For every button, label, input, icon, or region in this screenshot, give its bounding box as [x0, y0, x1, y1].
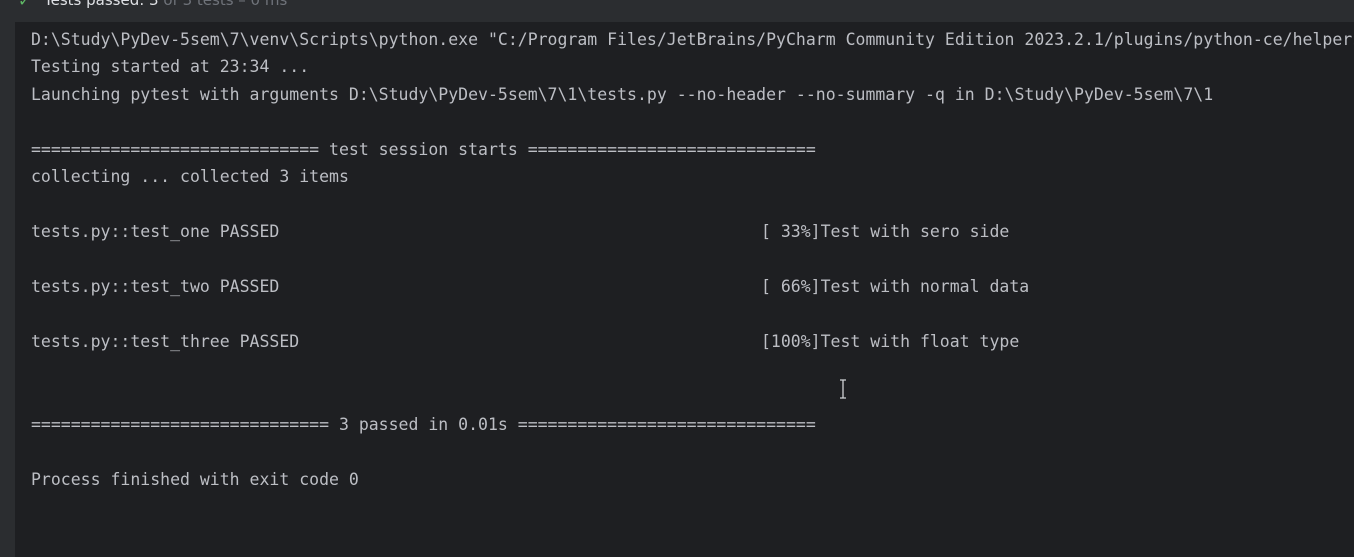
test-result-name: tests.py::test_one PASSED	[31, 222, 280, 241]
console-launch-line: Launching pytest with arguments D:\Study…	[31, 85, 1214, 104]
console-output[interactable]: D:\Study\PyDev-5sem\7\venv\Scripts\pytho…	[15, 22, 1354, 557]
text-cursor-icon	[840, 379, 846, 399]
console-collect-line: collecting ... collected 3 items	[31, 167, 349, 186]
console-summary-line: ============================== 3 passed …	[31, 415, 816, 434]
console-exit-line: Process finished with exit code 0	[31, 470, 359, 489]
test-status-title: Tests passed: 3 of 3 tests – 0 ms	[44, 0, 287, 9]
test-result-status: [ 66%]Test with normal data	[761, 277, 1030, 296]
test-result-status: [100%]Test with float type	[761, 332, 1020, 351]
test-status-bar: ✓ Tests passed: 3 of 3 tests – 0 ms	[0, 0, 1354, 22]
test-runner-window: ✓ Tests passed: 3 of 3 tests – 0 ms D:\S…	[0, 0, 1354, 557]
test-status-detail: of 3 tests – 0 ms	[158, 0, 288, 9]
check-icon: ✓	[18, 0, 32, 10]
test-result-name: tests.py::test_two PASSED	[31, 277, 280, 296]
console-gutter	[0, 22, 15, 557]
console-command-line: D:\Study\PyDev-5sem\7\venv\Scripts\pytho…	[31, 30, 1354, 49]
console-session-line: ============================= test sessi…	[31, 140, 816, 159]
console-started-line: Testing started at 23:34 ...	[31, 57, 310, 76]
test-result-status: [ 33%]Test with sero side	[761, 222, 1010, 241]
test-status-main: Tests passed: 3	[44, 0, 159, 9]
test-result-name: tests.py::test_three PASSED	[31, 332, 300, 351]
